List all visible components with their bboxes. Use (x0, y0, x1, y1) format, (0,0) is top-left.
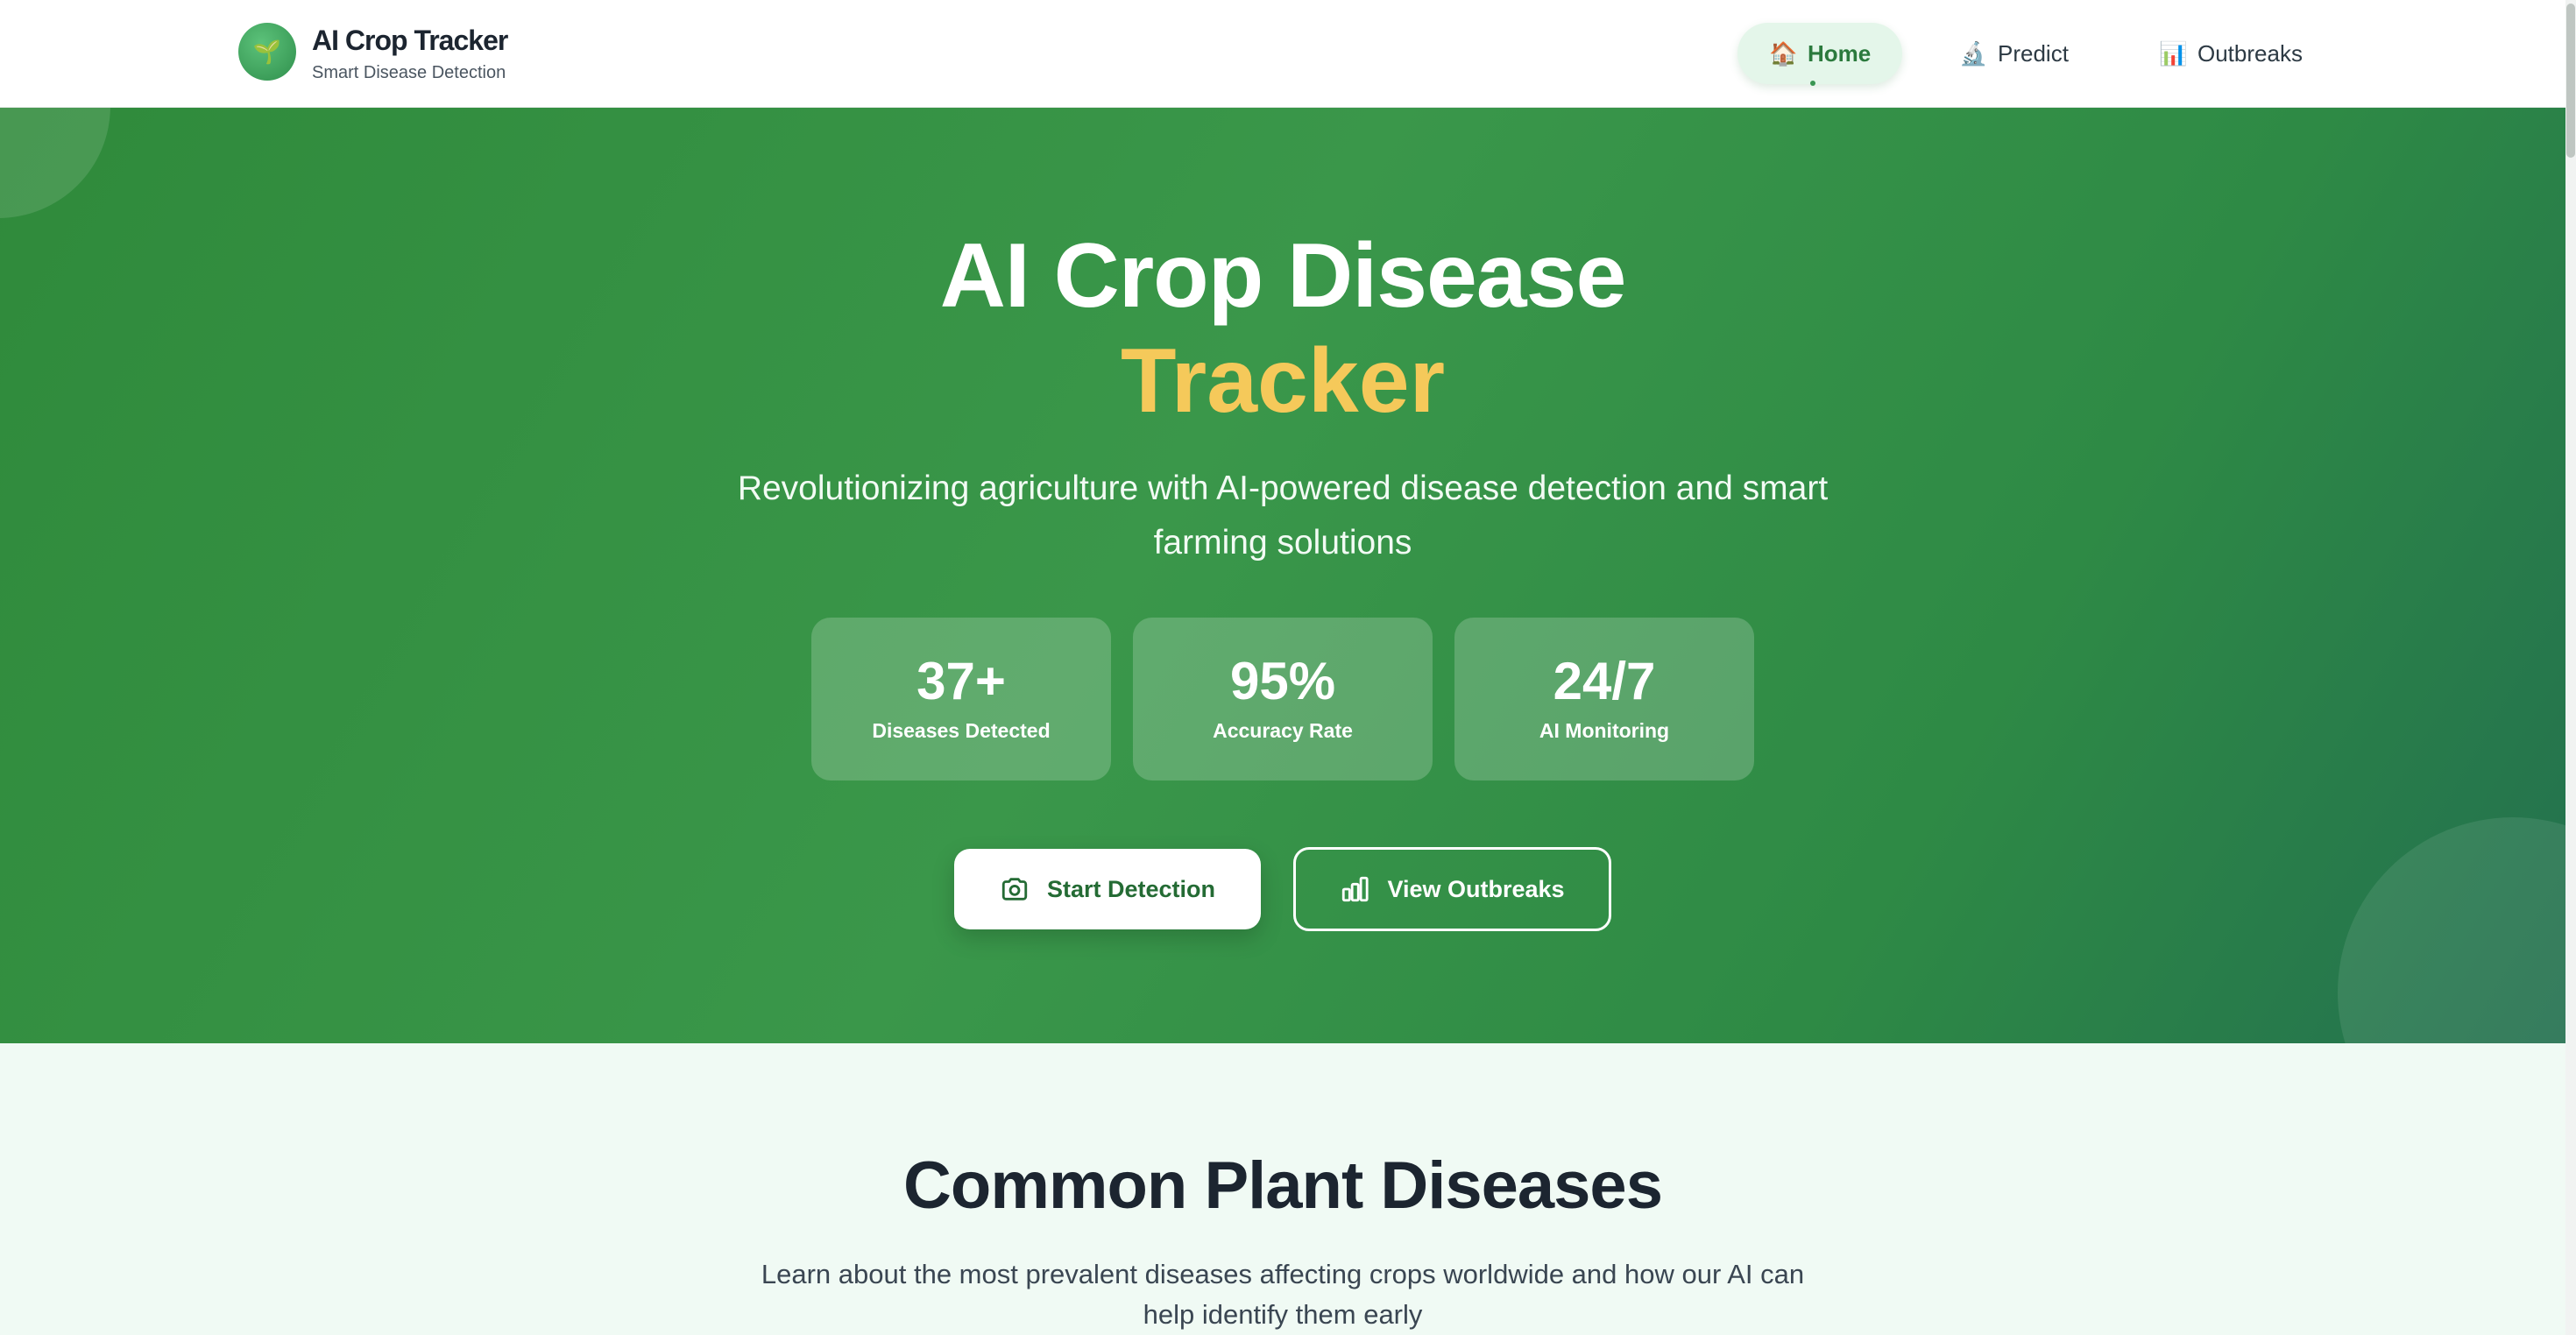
scrollbar-track[interactable] (2565, 0, 2576, 1335)
hero-section: AI Crop Disease Tracker Revolutionizing … (0, 108, 2565, 1043)
sprout-icon[interactable]: 🌱 (238, 23, 296, 81)
stat-value: 24/7 (1553, 652, 1656, 710)
home-icon: 🏠 (1769, 39, 1798, 67)
stat-card-diseases: 37+ Diseases Detected (811, 618, 1111, 781)
section-subtitle: Learn about the most prevalent diseases … (761, 1259, 1805, 1330)
stat-value: 37+ (916, 652, 1006, 710)
stat-value: 95% (1229, 652, 1336, 710)
view-outbreaks-label: View Outbreaks (1387, 875, 1565, 902)
view-outbreaks-button[interactable]: View Outbreaks (1293, 847, 1611, 931)
stat-label: Diseases Detected (872, 719, 1051, 742)
decorative-circle (0, 108, 110, 218)
hero-title: AI Crop Disease (939, 225, 1627, 327)
page: 🌱 AI Crop Tracker Smart Disease Detectio… (0, 0, 2576, 1335)
bar-chart-icon: 📊 (2159, 39, 2188, 67)
microscope-icon: 🔬 (1959, 39, 1988, 67)
bar-chart-icon (1342, 876, 1369, 902)
camera-icon (1001, 878, 1028, 901)
hero-title-accent: Tracker (1120, 330, 1446, 432)
hero-subtitle: Revolutionizing agriculture with AI-powe… (737, 470, 1829, 562)
scrollbar-thumb[interactable] (2566, 4, 2575, 158)
nav-item-predict[interactable]: 🔬 Predict (1928, 23, 2100, 84)
nav-label-home: Home (1808, 39, 1872, 67)
nav-item-outbreaks[interactable]: 📊 Outbreaks (2127, 23, 2334, 84)
stat-card-monitoring: 24/7 AI Monitoring (1454, 618, 1754, 781)
stat-label: Accuracy Rate (1213, 719, 1353, 742)
decorative-circle (2338, 817, 2565, 1043)
nav-item-home[interactable]: 🏠 Home (1737, 23, 1903, 84)
start-detection-label: Start Detection (1046, 875, 1216, 902)
section-title: Common Plant Diseases (903, 1148, 1663, 1223)
stat-label: AI Monitoring (1539, 719, 1670, 742)
stat-card-accuracy: 95% Accuracy Rate (1133, 618, 1433, 781)
navbar: 🌱 AI Crop Tracker Smart Disease Detectio… (0, 0, 2565, 108)
brand-subtitle: Smart Disease Detection (312, 63, 506, 82)
active-indicator-dot (1810, 81, 1815, 86)
nav-label-predict: Predict (1998, 39, 2069, 67)
start-detection-button[interactable]: Start Detection (954, 849, 1261, 929)
nav-label-outbreaks: Outbreaks (2197, 39, 2303, 67)
brand-title[interactable]: AI Crop Tracker (312, 25, 508, 57)
